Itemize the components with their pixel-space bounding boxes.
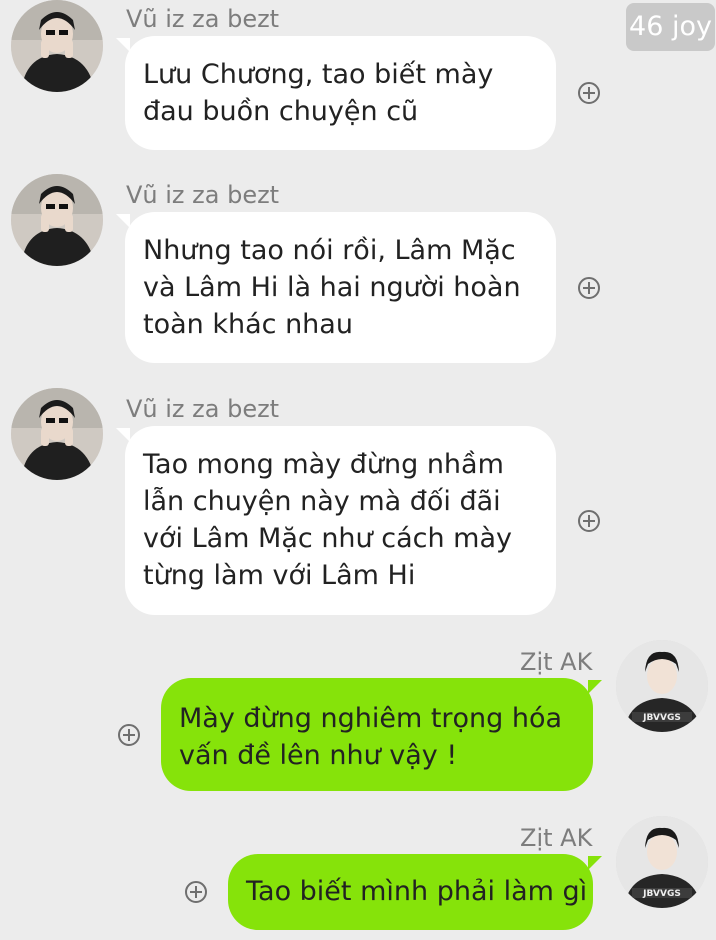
message-text-line: Mày đừng nghiêm trọng hóa <box>179 703 563 734</box>
message-text-line: vấn đề lên như vậy ! <box>179 740 458 771</box>
message-text-line: Tao mong mày đừng nhầm <box>143 449 504 480</box>
message-text-line: Nhưng tao nói rồi, Lâm Mặc <box>143 235 516 266</box>
message-text-line: lẫn chuyện này mà đối đãi <box>143 486 501 517</box>
message-text-line: Tao biết mình phải làm gì <box>246 876 588 907</box>
sender-name: Vũ iz za bezt <box>126 395 280 423</box>
sender-name: Zịt AK <box>520 648 593 676</box>
bubble-tail <box>116 428 130 442</box>
watermark-badge: 46 joy <box>626 3 715 51</box>
message-text-line: với Lâm Mặc như cách mày <box>143 523 512 554</box>
sender-name: Vũ iz za bezt <box>126 181 280 209</box>
add-circle-icon[interactable] <box>118 724 140 746</box>
add-circle-icon[interactable] <box>185 881 207 903</box>
message-bubble[interactable]: Mày đừng nghiêm trọng hóa vấn đề lên như… <box>161 678 593 791</box>
add-circle-icon[interactable] <box>578 510 600 532</box>
bubble-tail <box>588 680 602 694</box>
sender-name: Vũ iz za bezt <box>126 5 280 33</box>
sender-name: Zịt AK <box>520 824 593 852</box>
message-text-line: đau buồn chuyện cũ <box>143 96 419 127</box>
message-text-line: và Lâm Hi là hai người hoàn <box>143 272 521 303</box>
message-bubble[interactable]: Nhưng tao nói rồi, Lâm Mặc và Lâm Hi là … <box>125 212 556 363</box>
message-bubble[interactable]: Tao biết mình phải làm gì <box>228 854 593 930</box>
svg-text:JBVVGS: JBVVGS <box>642 713 681 723</box>
user-avatar-icon[interactable]: JBVVGS <box>616 816 708 908</box>
user-avatar-icon[interactable] <box>11 0 103 92</box>
add-circle-icon[interactable] <box>578 82 600 104</box>
user-avatar-icon[interactable] <box>11 174 103 266</box>
message-text-line: toàn khác nhau <box>143 309 353 340</box>
user-avatar-icon[interactable]: JBVVGS <box>616 640 708 732</box>
message-bubble[interactable]: Lưu Chương, tao biết mày đau buồn chuyện… <box>125 36 556 150</box>
message-text-line: Lưu Chương, tao biết mày <box>143 59 494 90</box>
bubble-tail <box>116 214 130 228</box>
message-text-line: từng làm với Lâm Hi <box>143 560 416 591</box>
user-avatar-icon[interactable] <box>11 388 103 480</box>
bubble-tail <box>588 856 602 870</box>
add-circle-icon[interactable] <box>578 277 600 299</box>
message-bubble[interactable]: Tao mong mày đừng nhầm lẫn chuyện này mà… <box>125 426 556 615</box>
bubble-tail <box>116 38 130 52</box>
svg-text:JBVVGS: JBVVGS <box>642 889 681 899</box>
